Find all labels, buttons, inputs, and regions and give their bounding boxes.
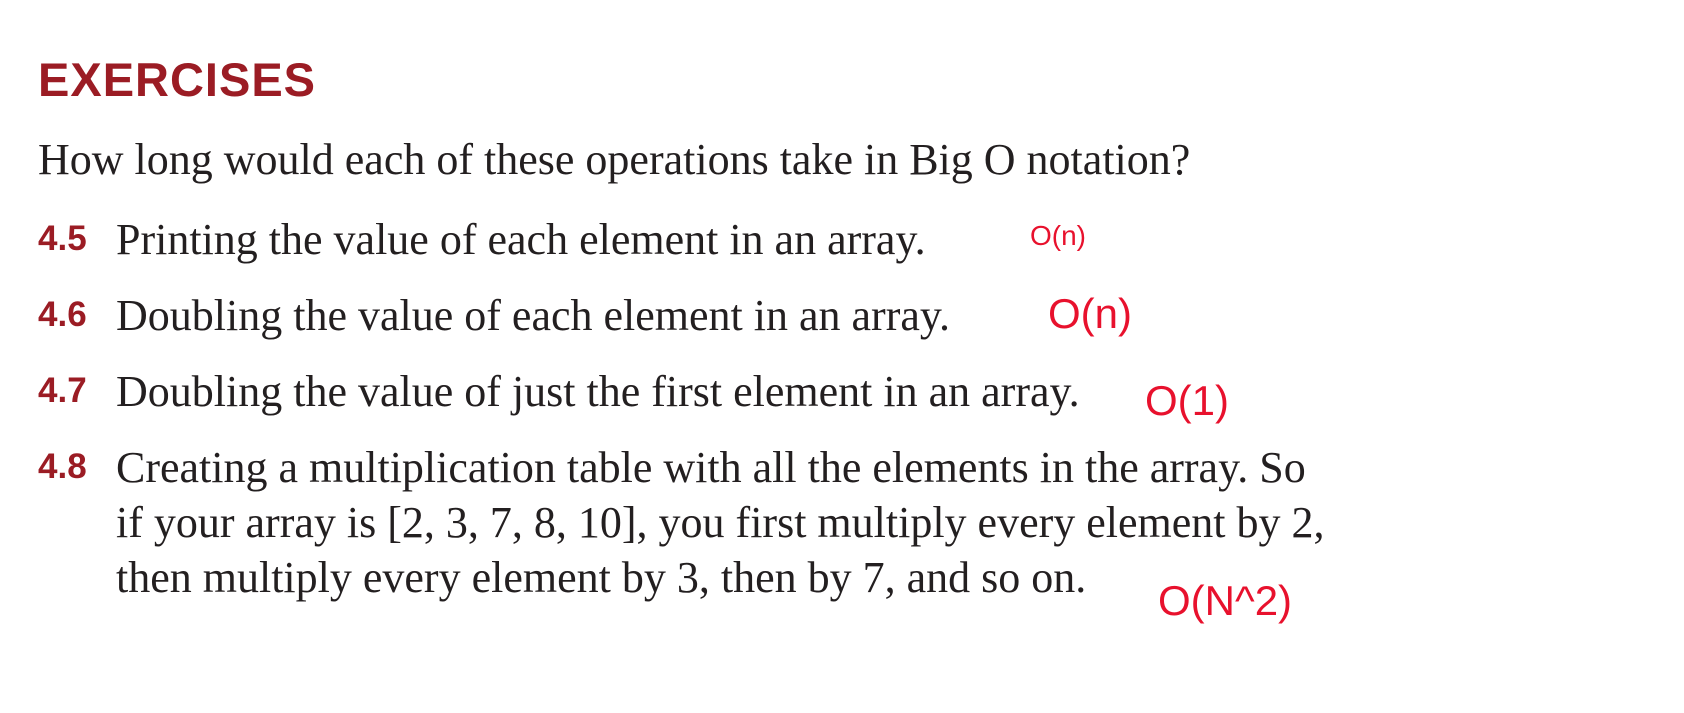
answer-annotation: O(n): [1030, 220, 1086, 251]
exercise-number: 4.6: [38, 295, 87, 334]
exercise-number: 4.7: [38, 371, 87, 410]
intro-question: How long would each of these operations …: [38, 135, 1191, 184]
exercise-text-line-1: Creating a multiplication table with all…: [116, 443, 1306, 492]
exercise-text: Doubling the value of just the first ele…: [116, 367, 1080, 416]
answer-annotation: O(n): [1048, 290, 1132, 337]
section-heading: EXERCISES: [38, 53, 317, 106]
answer-annotation: O(N^2): [1158, 577, 1293, 624]
exercise-text: Printing the value of each element in an…: [116, 215, 926, 264]
exercise-text: Doubling the value of each element in an…: [116, 291, 951, 340]
exercise-number: 4.8: [38, 447, 87, 486]
exercise-text-line-3: then multiply every element by 3, then b…: [116, 553, 1087, 602]
exercise-4-6: 4.6 Doubling the value of each element i…: [38, 288, 1438, 348]
answer-annotation: O(1): [1145, 377, 1229, 424]
exercise-4-5: 4.5 Printing the value of each element i…: [38, 212, 1438, 272]
exercise-text-line-2: if your array is [2, 3, 7, 8, 10], you f…: [116, 498, 1325, 547]
exercise-number: 4.5: [38, 219, 87, 258]
